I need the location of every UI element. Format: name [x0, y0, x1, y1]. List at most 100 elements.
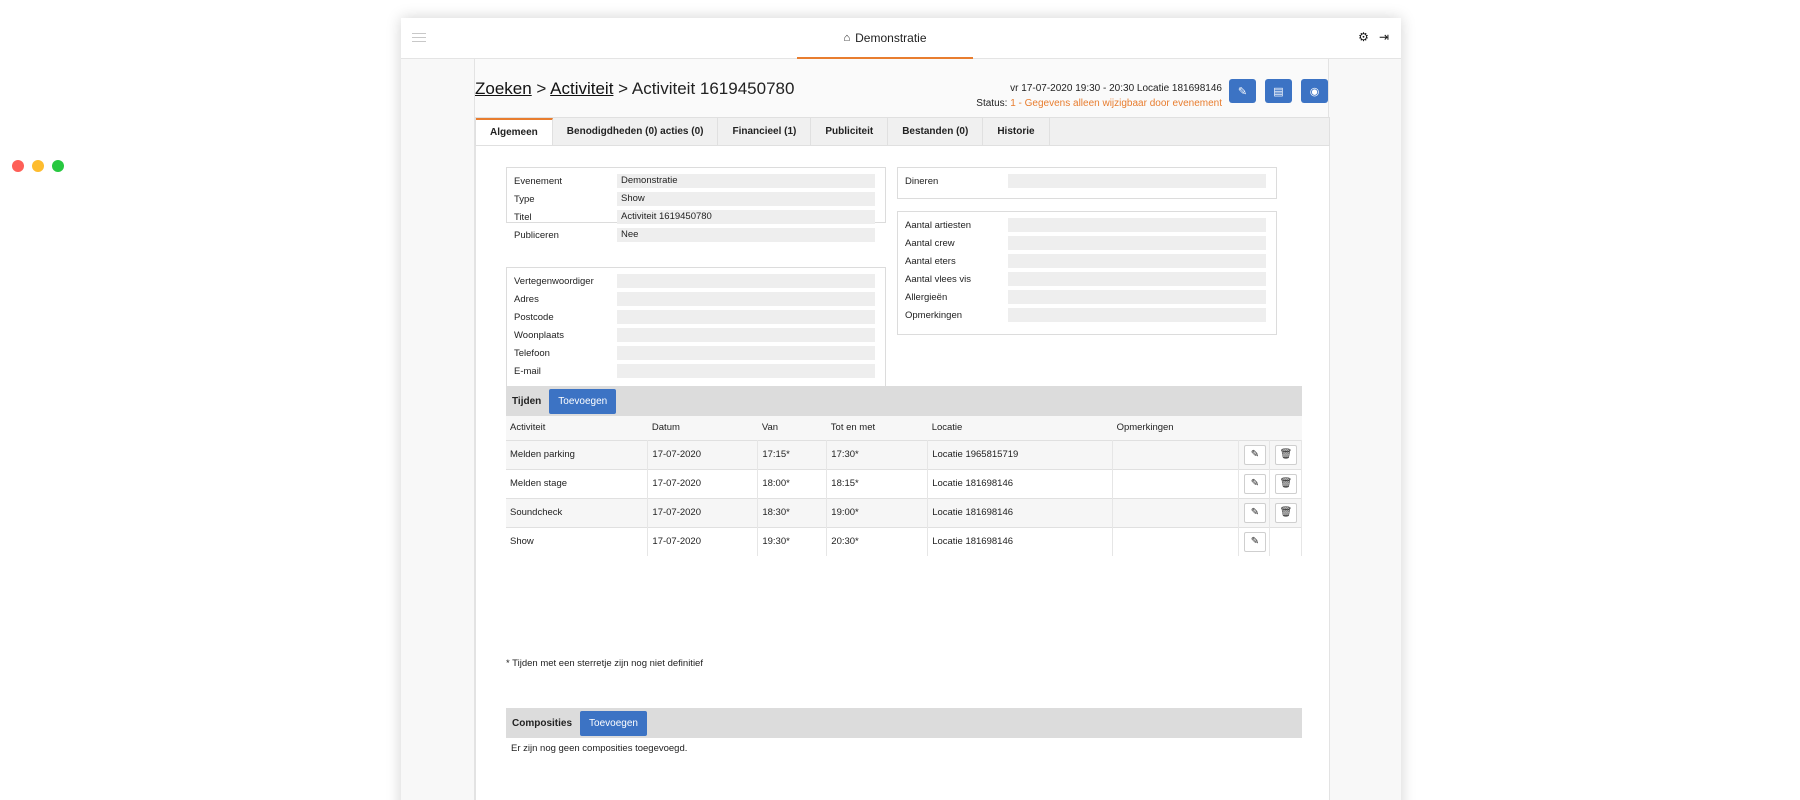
table-row: Melden stage 17-07-2020 18:00* 18:15* Lo…	[506, 468, 1303, 498]
tab-financieel[interactable]: Financieel (1)	[718, 118, 812, 145]
type-value: Show	[617, 192, 875, 206]
tab-algemeen[interactable]: Algemeen	[476, 118, 553, 145]
maximize-window-dot[interactable]	[52, 160, 64, 172]
sign-out-icon[interactable]: ⇥	[1379, 30, 1389, 44]
field-label: Woonplaats	[514, 329, 564, 341]
edit-column-header	[1238, 416, 1270, 440]
field-label: Publiceren	[514, 229, 559, 241]
gear-icon[interactable]: ⚙	[1358, 30, 1369, 44]
activity-meta: vr 17-07-2020 19:30 - 20:30 Locatie 1816…	[976, 81, 1222, 111]
pencil-icon[interactable]: ✎	[1243, 444, 1266, 465]
tab-publiciteit[interactable]: Publiciteit	[811, 118, 889, 145]
tab-bar: Algemeen Benodigdheden (0) acties (0) Fi…	[475, 117, 1330, 146]
vertegenwoordiger-value	[617, 274, 875, 288]
edit-button[interactable]: ✎	[1229, 79, 1256, 103]
opmerkingen-cell	[1112, 526, 1239, 556]
pencil-icon[interactable]: ✎	[1243, 502, 1266, 523]
aantal-eters-value	[1008, 254, 1266, 268]
minimize-window-dot[interactable]	[32, 160, 44, 172]
times-section-header: Tijden Toevoegen	[506, 386, 1302, 416]
breadcrumb-search-link[interactable]: Zoeken	[475, 79, 532, 98]
field-label: Titel	[514, 211, 532, 223]
datum-cell: 17-07-2020	[647, 468, 759, 498]
table-row: Soundcheck 17-07-2020 18:30* 19:00* Loca…	[506, 497, 1303, 527]
field-label: Aantal artiesten	[905, 219, 972, 231]
column-header: Tot en met	[826, 416, 928, 440]
field-label: Telefoon	[514, 347, 550, 359]
times-title: Tijden	[512, 395, 542, 407]
dinner-box: Dineren	[897, 167, 1277, 199]
table-row: Show 17-07-2020 19:30* 20:30* Locatie 18…	[506, 526, 1303, 556]
datetime-location: vr 17-07-2020 19:30 - 20:30 Locatie 1816…	[1010, 83, 1222, 94]
trash-icon[interactable]: 🗑	[1274, 473, 1297, 494]
app-title-tab[interactable]: ⌂ Demonstratie	[797, 18, 973, 59]
locatie-cell: Locatie 181698146	[927, 526, 1114, 556]
book-icon: ▤	[1273, 85, 1284, 98]
opmerkingen-cell	[1112, 468, 1239, 498]
counts-box: Aantal artiesten Aantal crew Aantal eter…	[897, 211, 1277, 335]
column-header: Activiteit	[506, 416, 648, 440]
top-bar: ⌂ Demonstratie ⚙ ⇥	[401, 18, 1401, 59]
datum-cell: 17-07-2020	[647, 497, 759, 527]
van-cell: 18:00*	[757, 468, 828, 498]
aantal-artiesten-value	[1008, 218, 1266, 232]
compositions-empty-text: Er zijn nog geen composities toegevoegd.	[511, 743, 688, 754]
times-table: Activiteit Datum Van Tot en met Locatie …	[506, 416, 1303, 556]
column-header: Locatie	[927, 416, 1113, 440]
times-footnote: * Tijden met een sterretje zijn nog niet…	[506, 658, 703, 669]
breadcrumb-activity-link[interactable]: Activiteit	[550, 79, 613, 98]
activiteit-cell: Soundcheck	[506, 497, 649, 527]
app-title: Demonstratie	[855, 30, 927, 45]
globe-button[interactable]: ◉	[1301, 79, 1328, 103]
tab-benodigdheden[interactable]: Benodigdheden (0) acties (0)	[553, 118, 719, 145]
locatie-cell: Locatie 181698146	[927, 497, 1114, 527]
add-time-button[interactable]: Toevoegen	[549, 388, 617, 414]
field-label: Adres	[514, 293, 539, 305]
breadcrumb-separator: >	[531, 79, 551, 98]
close-window-dot[interactable]	[12, 160, 24, 172]
van-cell: 18:30*	[757, 497, 828, 527]
adres-value	[617, 292, 875, 306]
pencil-icon[interactable]: ✎	[1243, 473, 1266, 494]
tot-cell: 17:30*	[826, 439, 929, 469]
edit-cell: ✎	[1238, 497, 1270, 527]
hamburger-menu-icon[interactable]	[412, 33, 426, 45]
opmerkingen-value	[1008, 308, 1266, 322]
dineren-value	[1008, 174, 1266, 188]
tot-cell: 19:00*	[826, 497, 929, 527]
book-button[interactable]: ▤	[1265, 79, 1292, 103]
breadcrumb-current: Activiteit 1619450780	[631, 79, 795, 98]
compositions-title: Composities	[512, 717, 573, 729]
delete-cell	[1269, 526, 1303, 556]
delete-column-header	[1269, 416, 1302, 440]
activiteit-cell: Melden parking	[506, 439, 649, 469]
home-icon: ⌂	[843, 31, 851, 44]
trash-icon[interactable]: 🗑	[1274, 444, 1297, 465]
aantal-vlees-vis-value	[1008, 272, 1266, 286]
field-label: Allergieën	[905, 291, 948, 303]
status-label: Status:	[976, 98, 1008, 109]
globe-icon: ◉	[1309, 85, 1320, 98]
postcode-value	[617, 310, 875, 324]
van-cell: 17:15*	[757, 439, 828, 469]
breadcrumb: Zoeken > Activiteit > Activiteit 1619450…	[475, 79, 794, 99]
telefoon-value	[617, 346, 875, 360]
pencil-icon[interactable]: ✎	[1243, 531, 1266, 552]
tab-bestanden[interactable]: Bestanden (0)	[888, 118, 984, 145]
datum-cell: 17-07-2020	[647, 526, 759, 556]
column-header: Datum	[647, 416, 758, 440]
general-info-box: Evenement Demonstratie Type Show Titel Acti…	[506, 167, 886, 242]
field-label: Evenement	[514, 175, 563, 187]
edit-cell: ✎	[1238, 468, 1270, 498]
publiceren-value: Nee	[617, 228, 875, 242]
tab-historie[interactable]: Historie	[983, 118, 1050, 145]
edit-cell: ✎	[1238, 526, 1270, 556]
status-value: 1 - Gegevens alleen wijzigbaar door even…	[1010, 98, 1222, 109]
van-cell: 19:30*	[757, 526, 828, 556]
add-composition-button[interactable]: Toevoegen	[580, 710, 647, 736]
woonplaats-value	[617, 328, 875, 342]
field-label: E-mail	[514, 365, 541, 377]
compositions-section-header: Composities Toevoegen	[506, 708, 1302, 738]
trash-icon[interactable]: 🗑	[1274, 502, 1297, 523]
column-header: Van	[757, 416, 827, 440]
